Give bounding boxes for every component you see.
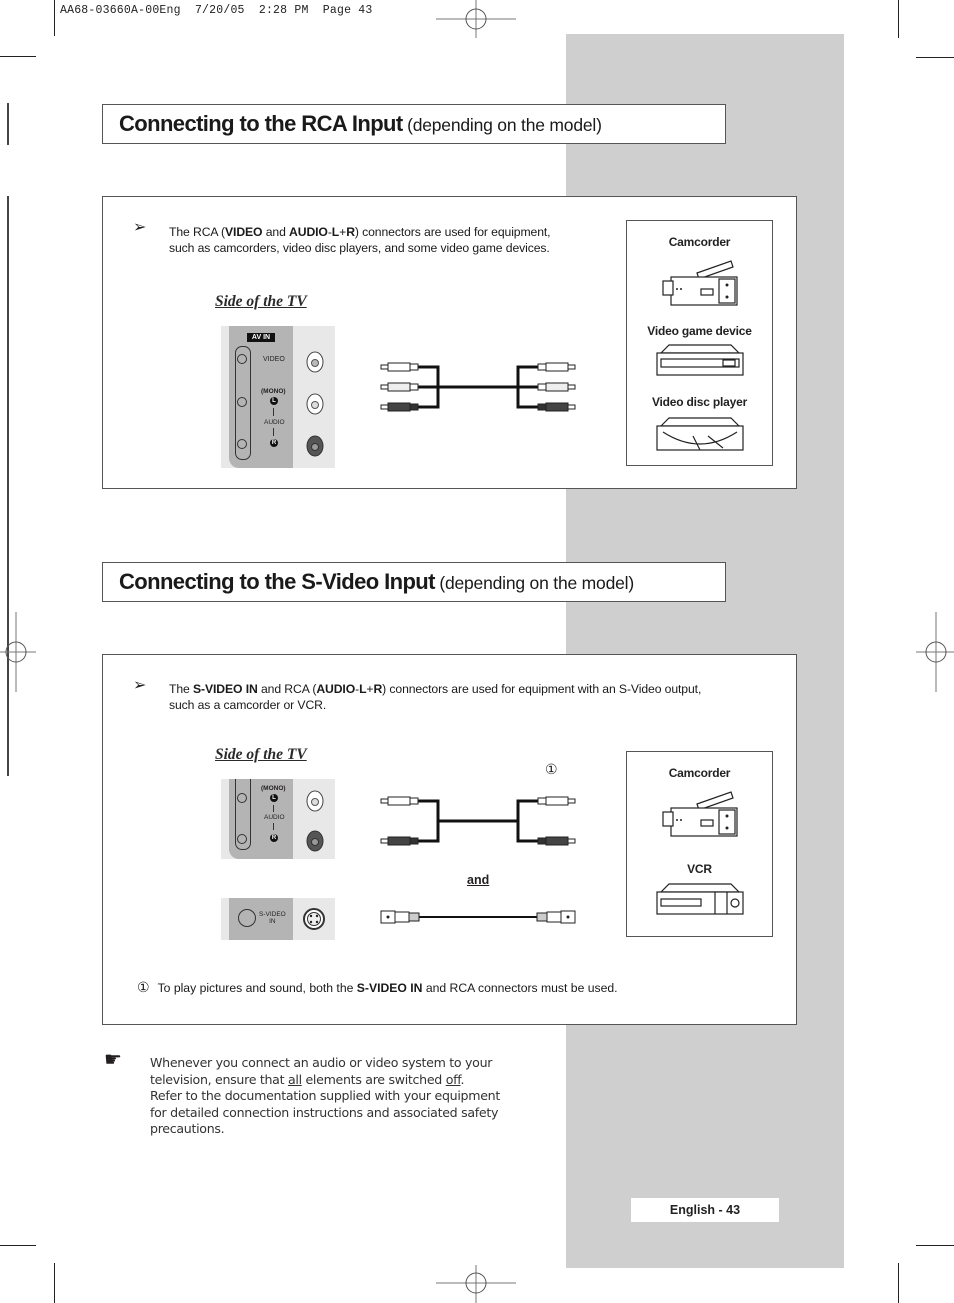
av-in-badge: AV IN — [247, 333, 275, 342]
audio-r-jack-icon — [237, 439, 247, 449]
crop-mark — [898, 1263, 899, 1303]
registration-mark-icon — [436, 1265, 516, 1303]
camcorder-icon — [662, 791, 738, 837]
registration-mark-icon — [436, 0, 516, 38]
svideo-section-subtitle: (depending on the model) — [439, 573, 634, 593]
device-label-video-disc: Video disc player — [651, 395, 748, 409]
device-label-camcorder: Camcorder — [668, 235, 731, 249]
svideo-description: The S-VIDEO IN and RCA (AUDIO-L+R) conne… — [169, 682, 702, 712]
device-label-camcorder: Camcorder — [668, 766, 731, 780]
safety-note: Whenever you connect an audio or video s… — [150, 1055, 500, 1136]
device-label-video-game: Video game device — [647, 324, 752, 338]
footnote-marker: ① — [137, 979, 150, 995]
crop-mark — [0, 56, 36, 57]
crop-mark — [54, 1263, 55, 1303]
crop-mark — [54, 0, 55, 36]
crop-mark — [898, 0, 899, 38]
registration-mark-icon — [916, 612, 954, 692]
svideo-section-title: Connecting to the S-Video Input — [119, 569, 435, 594]
rca-cable-icon — [380, 362, 576, 412]
svideo-port-icon — [303, 908, 325, 930]
svideo-tv-audio-panel: (MONO) L AUDIO R — [221, 779, 335, 859]
svideo-section-title-box: Connecting to the S-Video Input (dependi… — [102, 562, 726, 602]
crop-mark — [916, 57, 954, 58]
rca-device-box: Camcorder Video game device Video disc p… — [626, 220, 773, 466]
svideo-in-label: S-VIDEO IN — [259, 911, 286, 925]
device-label-vcr: VCR — [687, 862, 712, 876]
arrow-bullet-icon: ➢ — [133, 219, 147, 236]
audio-r-jack-icon — [237, 834, 247, 844]
rca-section-title: Connecting to the RCA Input — [119, 111, 403, 136]
svideo-cable-icon — [380, 910, 576, 924]
rca-panel: ➢ The RCA (VIDEO and AUDIO-L+R) connecto… — [102, 196, 797, 489]
video-jack-icon — [237, 354, 247, 364]
svideo-jack-outline-icon — [238, 909, 256, 927]
audio-l-jack-icon — [237, 397, 247, 407]
rca-audio-jacks-icon — [306, 790, 324, 852]
rca-section-subtitle: (depending on the model) — [407, 115, 602, 135]
video-disc-player-icon — [656, 417, 744, 451]
pointing-hand-icon: ☛ — [104, 1049, 122, 1071]
vcr-icon — [656, 883, 744, 915]
camcorder-icon — [662, 260, 738, 306]
print-slug: AA68-03660A-00Eng 7/20/05 2:28 PM Page 4… — [60, 4, 373, 17]
svideo-tv-svideo-panel: S-VIDEO IN — [221, 898, 335, 940]
svideo-device-box: Camcorder VCR — [626, 751, 773, 937]
arrow-bullet-icon: ➢ — [133, 677, 147, 694]
footnote-marker: ① — [545, 761, 558, 777]
svideo-side-label: Side of the TV — [215, 746, 307, 763]
page-number: English - 43 — [631, 1198, 779, 1222]
svideo-panel: ➢ The S-VIDEO IN and RCA (AUDIO-L+R) con… — [102, 654, 797, 1025]
audio-l-jack-icon — [237, 793, 247, 803]
slug-date: 7/20/05 — [194, 4, 245, 17]
rca-side-label: Side of the TV — [215, 293, 307, 310]
svideo-footnote: ① To play pictures and sound, both the S-… — [137, 979, 618, 995]
edge-bar — [7, 103, 9, 145]
video-game-device-icon — [656, 344, 744, 376]
crop-mark — [916, 1245, 954, 1246]
registration-mark-icon — [0, 612, 36, 692]
rca-section-title-box: Connecting to the RCA Input (depending o… — [102, 104, 726, 144]
rca-jacks-icon — [306, 351, 324, 457]
rca-audio-cable-icon — [380, 796, 576, 846]
slug-doc-id: AA68-03660A-00Eng — [60, 4, 181, 17]
slug-page: Page 43 — [322, 4, 373, 17]
crop-mark — [0, 1245, 36, 1246]
rca-tv-side-panel: AV IN VIDEO (MONO) L AUDIO R — [221, 326, 335, 468]
rca-description: The RCA (VIDEO and AUDIO-L+R) connectors… — [169, 225, 551, 255]
slug-time: 2:28 PM — [258, 4, 309, 17]
and-label: and — [467, 873, 490, 887]
